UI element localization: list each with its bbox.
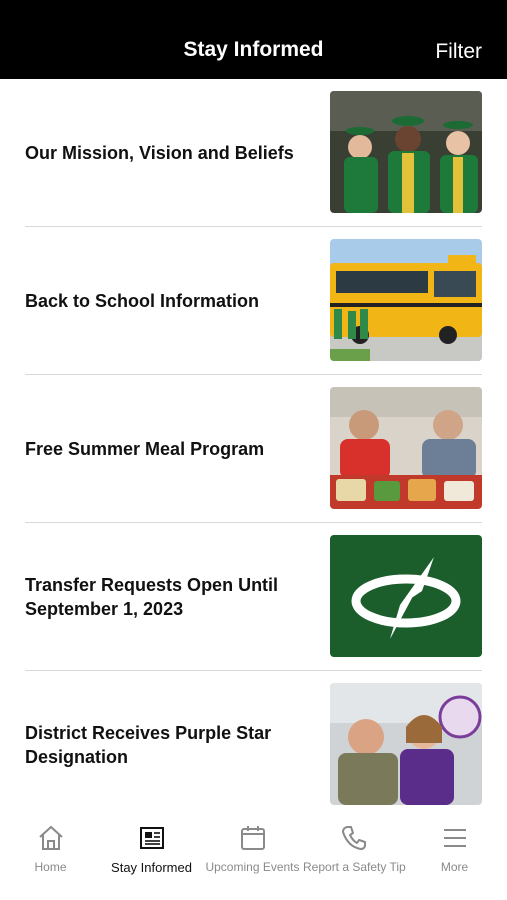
list-item[interactable]: Free Summer Meal Program — [0, 375, 507, 523]
page-title: Stay Informed — [183, 38, 324, 61]
article-title: Back to School Information — [25, 291, 260, 311]
list-item[interactable]: District Receives Purple Star Designatio… — [0, 671, 507, 819]
calendar-icon — [240, 826, 265, 850]
tab-home[interactable]: Home — [0, 824, 101, 894]
filter-button[interactable]: Filter — [435, 40, 482, 64]
district-logo — [330, 535, 482, 657]
tab-label: Upcoming Events — [205, 860, 300, 874]
tab-stay-informed[interactable]: Stay Informed — [101, 824, 202, 894]
phone-icon — [341, 826, 366, 850]
menu-icon — [443, 829, 466, 847]
military-family-photo — [330, 683, 482, 805]
newspaper-icon — [139, 827, 164, 849]
header-bar: Stay Informed Filter — [0, 0, 507, 79]
bottom-tab-bar: Home Stay Informed Upcoming Events Repor… — [0, 816, 507, 900]
tab-label: Home — [34, 860, 67, 874]
tab-upcoming-events[interactable]: Upcoming Events — [202, 824, 303, 894]
article-list: Our Mission, Vision and Beliefs Back to — [0, 79, 507, 819]
tab-label: Report a Safety Tip — [303, 860, 406, 874]
graduates-photo — [330, 91, 482, 213]
article-title: Our Mission, Vision and Beliefs — [25, 143, 294, 163]
article-title: Transfer Requests Open Until September 1… — [25, 575, 279, 619]
tab-more[interactable]: More — [404, 824, 505, 894]
tab-report-safety-tip[interactable]: Report a Safety Tip — [303, 824, 406, 894]
list-item[interactable]: Back to School Information — [0, 227, 507, 375]
list-item[interactable]: Our Mission, Vision and Beliefs — [0, 79, 507, 227]
list-item[interactable]: Transfer Requests Open Until September 1… — [0, 523, 507, 671]
article-title: Free Summer Meal Program — [25, 439, 265, 459]
tab-label: Stay Informed — [111, 860, 192, 875]
home-icon — [38, 825, 63, 850]
article-title: District Receives Purple Star Designatio… — [25, 723, 272, 767]
students-lunch-photo — [330, 387, 482, 509]
tab-label: More — [440, 860, 469, 874]
school-bus-photo — [330, 239, 482, 361]
